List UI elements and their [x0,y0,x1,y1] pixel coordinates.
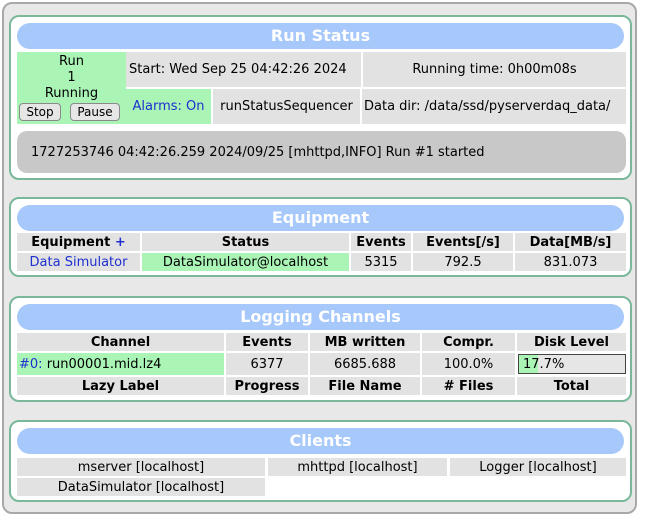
equipment-events: 5315 [351,253,411,271]
equipment-data-rate: 831.073 [515,253,626,271]
data-dir: Data dir: /data/ssd/pyserverdaq_data/ [362,89,626,124]
add-equipment-button[interactable]: + [115,235,126,250]
disk-level-value: 17.7% [523,356,565,372]
logging-panel: Logging Channels Channel Events MB writt… [9,296,632,402]
equipment-rate: 792.5 [413,253,513,271]
channel-cell: #0: run00001.mid.lz4 [17,353,224,375]
client-item: mhttpd [localhost] [268,458,447,476]
pause-button[interactable]: Pause [70,103,120,121]
channel-link[interactable]: #0: [19,357,43,372]
run-number: 1 [67,70,76,85]
stop-button[interactable]: Stop [19,103,61,121]
channel-header: Channel [17,333,224,351]
run-state-label: Run [59,54,84,69]
run-start-time: Start: Wed Sep 25 04:42:26 2024 [126,52,361,87]
total-header: Total [517,377,626,395]
mb-written-header: MB written [310,333,420,351]
run-state: Running [44,86,99,101]
equipment-header: Equipment + [17,233,140,251]
message-bar[interactable]: 1727253746 04:42:26.259 2024/09/25 [mhtt… [17,131,626,173]
events-header: Events [351,233,411,251]
files-count-header: # Files [422,377,515,395]
mb-written: 6685.688 [310,353,420,375]
clients-title: Clients [17,428,624,454]
data-rate-header: Data[MB/s] [515,233,626,251]
status-header: Status [142,233,349,251]
equipment-header-label: Equipment [31,234,111,250]
running-time: Running time: 0h00m08s [363,52,626,87]
disk-level-header: Disk Level [517,333,626,351]
file-name-header: File Name [310,377,420,395]
client-item: Logger [localhost] [450,458,626,476]
channel-file: run00001.mid.lz4 [46,356,162,372]
log-events: 6377 [226,353,308,375]
log-events-header: Events [226,333,308,351]
equipment-title: Equipment [17,205,624,231]
progress-header: Progress [226,377,308,395]
disk-level-bar: 17.7% [518,354,626,374]
run-status-panel: Run Status Run 1 Running Stop Pause Star… [9,15,632,180]
rate-header: Events[/s] [413,233,513,251]
compression: 100.0% [422,353,515,375]
equipment-status: DataSimulator@localhost [142,253,349,271]
logging-title: Logging Channels [17,304,624,330]
clients-panel: Clients mserver [localhost] mhttpd [loca… [9,420,632,502]
run-status-title: Run Status [17,23,624,49]
sequencer-status: runStatusSequencer [213,89,360,124]
equipment-panel: Equipment Equipment + Status Events Even… [9,197,632,277]
client-item: DataSimulator [localhost] [17,478,265,496]
equipment-name-link[interactable]: Data Simulator [17,253,140,271]
alarms-status[interactable]: Alarms: On [126,89,211,124]
compression-header: Compr. [422,333,515,351]
client-item: mserver [localhost] [17,458,265,476]
lazy-label-header: Lazy Label [17,377,224,395]
